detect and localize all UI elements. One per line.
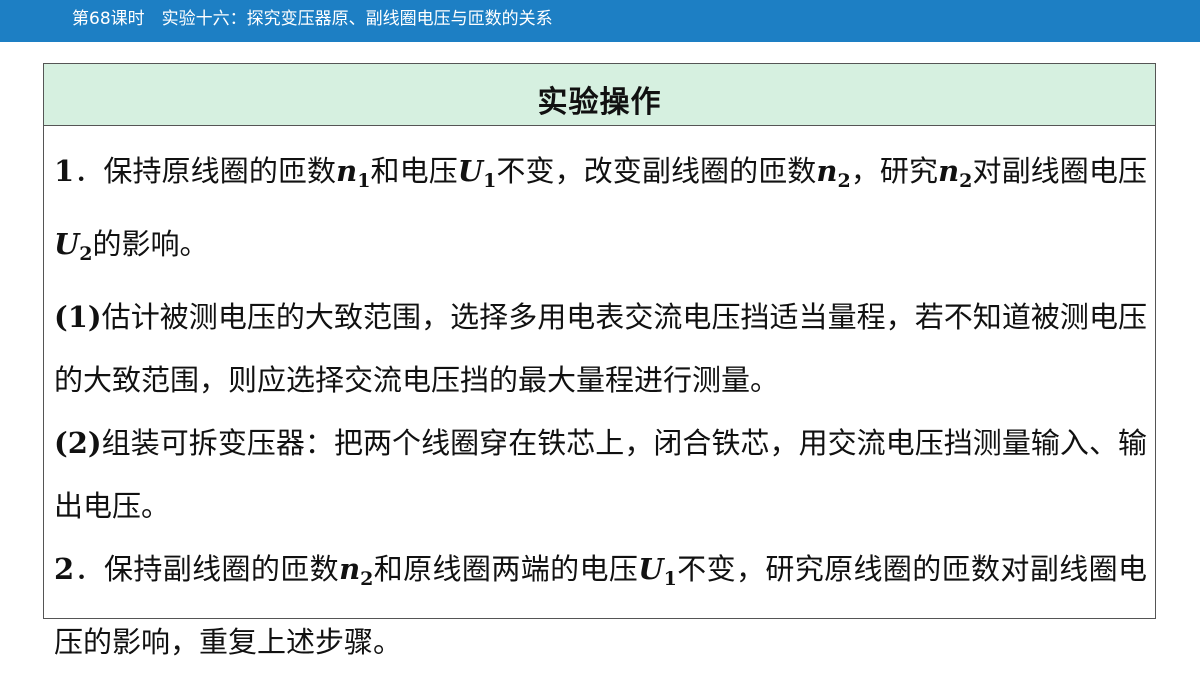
- var-u1: U1: [457, 154, 497, 192]
- step-1-text-a: ．保持原线圈的匝数: [74, 154, 337, 188]
- substep-2-text: 组装可拆变压器：把两个线圈穿在铁芯上，闭合铁芯，用交流电压挡测量输入、输出电压。: [54, 426, 1147, 523]
- step-1-paragraph: 1．保持原线圈的匝数n1和电压U1不变，改变副线圈的匝数n2，研究n2对副线圈电…: [54, 140, 1147, 286]
- var-n2-second-sub: 2: [959, 170, 973, 192]
- step-1-text-d: ，研究: [850, 154, 939, 188]
- substep-1-label: (1): [54, 300, 102, 334]
- var-n2-sub: 2: [837, 170, 851, 192]
- var-n2-step2-sub: 2: [360, 568, 374, 590]
- var-u2-letter: U: [54, 227, 80, 261]
- var-n1-sub: 1: [357, 170, 371, 192]
- var-n1-letter: n: [336, 154, 358, 188]
- substep-1-text: 估计被测电压的大致范围，选择多用电表交流电压挡适当量程，若不知道被测电压的大致范…: [54, 300, 1147, 397]
- step-1-text-e: 对副线圈电压: [972, 154, 1147, 188]
- var-n2-second: n2: [938, 154, 972, 192]
- substep-1-paragraph: (1)估计被测电压的大致范围，选择多用电表交流电压挡适当量程，若不知道被测电压的…: [54, 286, 1147, 412]
- substep-2-paragraph: (2)组装可拆变压器：把两个线圈穿在铁芯上，闭合铁芯，用交流电压挡测量输入、输出…: [54, 412, 1147, 538]
- var-n1: n1: [336, 154, 370, 192]
- panel-header: 实验操作: [44, 64, 1155, 126]
- lesson-title: 第68课时 实验十六：探究变压器原、副线圈电压与匝数的关系: [72, 9, 553, 29]
- step-1-text-f: 的影响。: [92, 227, 209, 261]
- var-u1-step2: U1: [638, 552, 677, 590]
- var-n2: n2: [816, 154, 850, 192]
- step-2-paragraph: 2．保持副线圈的匝数n2和原线圈两端的电压U1不变，研究原线圈的匝数对副线圈电压…: [54, 538, 1147, 674]
- var-u2: U2: [54, 227, 93, 265]
- var-u2-sub: 2: [79, 243, 93, 265]
- panel-heading: 实验操作: [537, 84, 662, 120]
- var-n2-step2: n2: [339, 552, 373, 590]
- step-2-text-a: ．保持副线圈的匝数: [74, 552, 340, 586]
- var-u1-letter: U: [457, 154, 484, 188]
- substep-2-label: (2): [54, 426, 102, 460]
- panel-content: 1．保持原线圈的匝数n1和电压U1不变，改变副线圈的匝数n2，研究n2对副线圈电…: [44, 126, 1155, 674]
- experiment-panel: 实验操作 1．保持原线圈的匝数n1和电压U1不变，改变副线圈的匝数n2，研究n2…: [43, 63, 1156, 659]
- step-2-number: 2: [54, 552, 75, 586]
- var-u1-sub: 1: [483, 170, 497, 192]
- var-u1-step2-sub: 1: [663, 568, 677, 590]
- step-1-text-b: 和电压: [370, 154, 458, 188]
- step-2-text-b: 和原线圈两端的电压: [373, 552, 639, 586]
- step-1-text-c: 不变，改变副线圈的匝数: [496, 154, 817, 188]
- step-1-number: 1: [54, 154, 75, 188]
- var-u1-step2-letter: U: [638, 552, 664, 586]
- var-n2-step2-letter: n: [339, 552, 361, 586]
- var-n2-second-letter: n: [938, 154, 960, 188]
- var-n2-letter: n: [816, 154, 838, 188]
- top-banner: 第68课时 实验十六：探究变压器原、副线圈电压与匝数的关系: [0, 0, 1200, 42]
